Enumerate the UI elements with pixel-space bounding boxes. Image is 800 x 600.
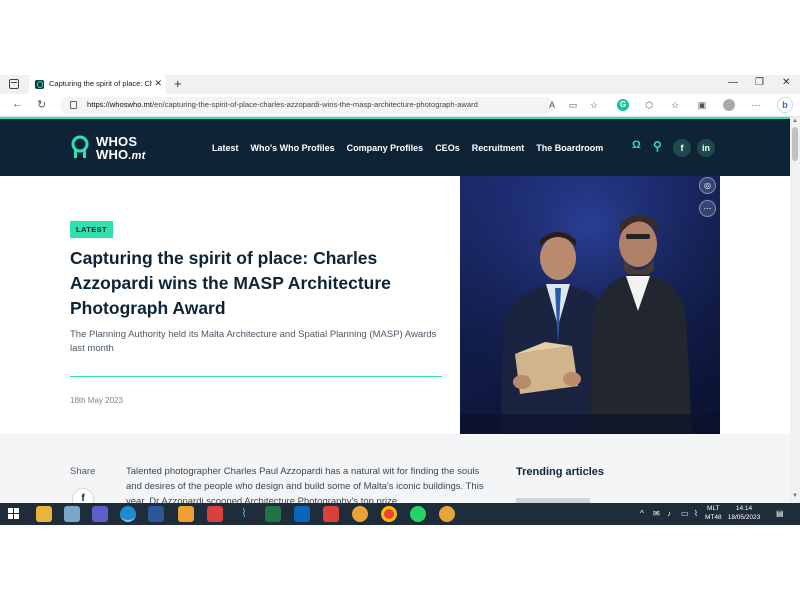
app-icon-round[interactable]	[352, 506, 368, 522]
excel-icon[interactable]	[265, 506, 281, 522]
network-icon[interactable]: ⌇	[694, 509, 698, 518]
restore-icon[interactable]: ❐	[755, 77, 764, 88]
scroll-down-icon[interactable]: ▼	[792, 493, 798, 499]
whatsapp-icon[interactable]	[410, 506, 426, 522]
tab-title: Capturing the spirit of place: Cha	[49, 79, 152, 88]
favorite-star-icon[interactable]: ☆	[588, 99, 600, 111]
url-text[interactable]: https://whoswho.mt/en/capturing-the-spir…	[87, 100, 527, 109]
read-aloud-icon[interactable]: A	[546, 99, 558, 111]
grammarly-icon[interactable]: G	[617, 99, 629, 111]
input-language[interactable]: MLT MT48	[705, 504, 722, 522]
nav-the-boardroom[interactable]: The Boardroom	[536, 143, 603, 153]
nav-recruitment[interactable]: Recruitment	[472, 143, 525, 153]
site-logo[interactable]: WHOS WHO.mt	[96, 135, 145, 163]
close-tab-icon[interactable]: ✕	[154, 78, 162, 89]
page-scrollbar[interactable]: ▲ ▼	[790, 117, 800, 503]
nav-whos-who-profiles[interactable]: Who's Who Profiles	[251, 143, 335, 153]
share-label: Share	[70, 466, 96, 477]
window-close-icon[interactable]: ✕	[782, 77, 790, 88]
app-icon-orange[interactable]	[178, 506, 194, 522]
anydesk-icon-2[interactable]	[323, 506, 339, 522]
scroll-up-icon[interactable]: ▲	[792, 118, 798, 124]
new-tab-icon[interactable]: +	[174, 76, 182, 91]
collections-icon[interactable]: ▣	[696, 99, 708, 111]
teams-icon[interactable]	[92, 506, 108, 522]
browser-tab[interactable]: Capturing the spirit of place: Cha ✕	[29, 75, 166, 94]
divider	[70, 376, 442, 377]
reader-view-icon[interactable]: ▭	[567, 99, 579, 111]
extensions-icon[interactable]: ⬡	[643, 99, 655, 111]
bing-icon[interactable]: b	[777, 97, 793, 113]
edge-icon[interactable]	[120, 506, 136, 522]
taskbar-clock[interactable]: 14:14 18/05/2023	[724, 504, 764, 522]
chrome-icon[interactable]	[381, 506, 397, 522]
main-nav: Latest Who's Who Profiles Company Profil…	[212, 143, 615, 153]
anydesk-icon[interactable]	[207, 506, 223, 522]
article-subtitle: The Planning Authority held its Malta Ar…	[70, 329, 437, 354]
lock-icon	[70, 101, 77, 109]
battery-icon[interactable]: ▭	[681, 509, 689, 518]
award-photo-illustration	[460, 176, 720, 434]
site-favicon-icon	[35, 80, 44, 89]
article-title: Capturing the spirit of place: Charles A…	[70, 248, 391, 318]
site-header: WHOS WHO.mt Latest Who's Who Profiles Co…	[0, 117, 790, 176]
facebook-icon[interactable]: f	[673, 139, 691, 157]
back-icon[interactable]: ←	[12, 98, 23, 110]
mail-tray-icon[interactable]: ✉	[653, 509, 660, 518]
start-icon[interactable]	[8, 508, 20, 520]
nav-company-profiles[interactable]: Company Profiles	[347, 143, 424, 153]
wifi-icon[interactable]: ⌇	[236, 506, 252, 522]
article-body-section: Share f Talented photographer Charles Pa…	[0, 434, 790, 510]
address-bar[interactable]: https://whoswho.mt/en/capturing-the-spir…	[60, 97, 554, 114]
article-hero: LATEST Capturing the spirit of place: Ch…	[0, 176, 790, 434]
app-icon[interactable]	[64, 506, 80, 522]
image-more-icon[interactable]: ⋯	[699, 200, 716, 217]
outlook-icon[interactable]	[294, 506, 310, 522]
browser-tab-strip: Capturing the spirit of place: Cha ✕ + —…	[0, 75, 800, 94]
word-icon[interactable]	[148, 506, 164, 522]
show-hidden-icons-icon[interactable]: ^	[640, 509, 644, 518]
nav-latest[interactable]: Latest	[212, 143, 239, 153]
minimize-icon[interactable]: —	[728, 77, 738, 88]
profile-avatar[interactable]	[723, 99, 735, 111]
article-date: 18th May 2023	[70, 396, 123, 405]
address-toolbar: ← ↻ https://whoswho.mt/en/capturing-the-…	[0, 94, 800, 117]
category-badge[interactable]: LATEST	[70, 221, 114, 238]
visual-search-icon[interactable]: ◎	[699, 177, 716, 194]
file-explorer-icon[interactable]	[36, 506, 52, 522]
favorites-icon[interactable]: ☆	[669, 99, 681, 111]
volume-icon[interactable]: ♪	[667, 509, 671, 518]
linkedin-icon[interactable]: in	[697, 139, 715, 157]
whoswho-logo-icon[interactable]	[70, 135, 90, 159]
refresh-icon[interactable]: ↻	[37, 98, 46, 111]
notifications-icon[interactable]: ▤	[776, 509, 784, 518]
app-icon-round-2[interactable]	[439, 506, 455, 522]
trending-heading: Trending articles	[516, 466, 605, 478]
scroll-thumb[interactable]	[792, 127, 798, 161]
more-menu-icon[interactable]: ⋯	[750, 99, 762, 111]
nav-ceos[interactable]: CEOs	[435, 143, 460, 153]
search-icon[interactable]: ⚲	[653, 139, 662, 153]
profile-logo-icon[interactable]: Ω	[632, 139, 641, 151]
article-photo: ◎ ⋯	[460, 176, 720, 434]
windows-taskbar: ⌇ ^ ✉ ♪ ▭ ⌇ MLT MT48 14:14 18/05/2023 ▤	[0, 503, 800, 525]
screen: Capturing the spirit of place: Cha ✕ + —…	[0, 0, 800, 600]
tab-actions-icon[interactable]	[9, 79, 19, 89]
